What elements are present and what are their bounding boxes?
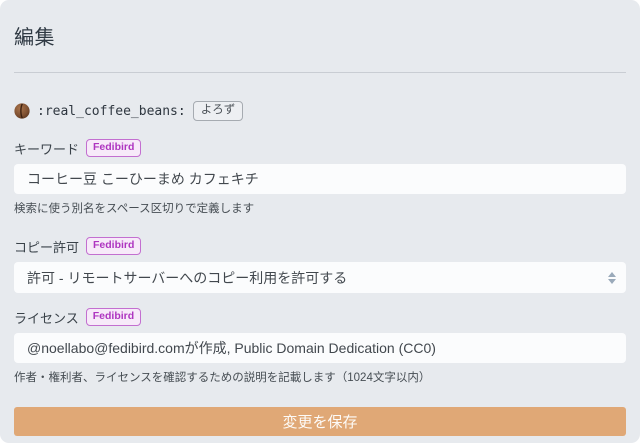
keyword-label: キーワード [14,139,79,158]
fedibird-badge: Fedibird [86,237,141,256]
keyword-input[interactable] [14,164,626,194]
copy-permission-label: コピー許可 [14,237,79,256]
fedibird-badge: Fedibird [86,308,141,327]
coffee-bean-emoji-icon [14,103,30,119]
fedibird-badge: Fedibird [86,139,141,158]
license-label-row: ライセンス Fedibird [14,308,626,326]
copy-permission-select[interactable]: 許可 - リモートサーバーへのコピー利用を許可する [14,262,626,293]
keyword-label-row: キーワード Fedibird [14,139,626,157]
emoji-shortcode: :real_coffee_beans: [37,104,186,119]
copy-permission-field: コピー許可 Fedibird 許可 - リモートサーバーへのコピー利用を許可する [14,237,626,293]
license-hint: 作者・権利者、ライセンスを確認するための説明を記載します（1024文字以内） [14,369,626,385]
license-input[interactable] [14,333,626,363]
copy-permission-label-row: コピー許可 Fedibird [14,237,626,255]
category-chip[interactable]: よろず [193,101,244,122]
page-title: 編集 [14,0,626,50]
divider [14,72,626,73]
edit-emoji-page: 編集 :real_coffee_beans: よろず キーワード Fedibi [0,0,640,443]
select-updown-icon [608,272,616,284]
keyword-field: キーワード Fedibird 検索に使う別名をスペース区切りで定義します [14,139,626,216]
license-field: ライセンス Fedibird 作者・権利者、ライセンスを確認するための説明を記載… [14,308,626,385]
keyword-hint: 検索に使う別名をスペース区切りで定義します [14,200,626,216]
emoji-row: :real_coffee_beans: よろず [14,101,626,121]
license-label: ライセンス [14,308,79,327]
save-button[interactable]: 変更を保存 [14,407,626,436]
copy-permission-selected-value: 許可 - リモートサーバーへのコピー利用を許可する [27,268,347,288]
